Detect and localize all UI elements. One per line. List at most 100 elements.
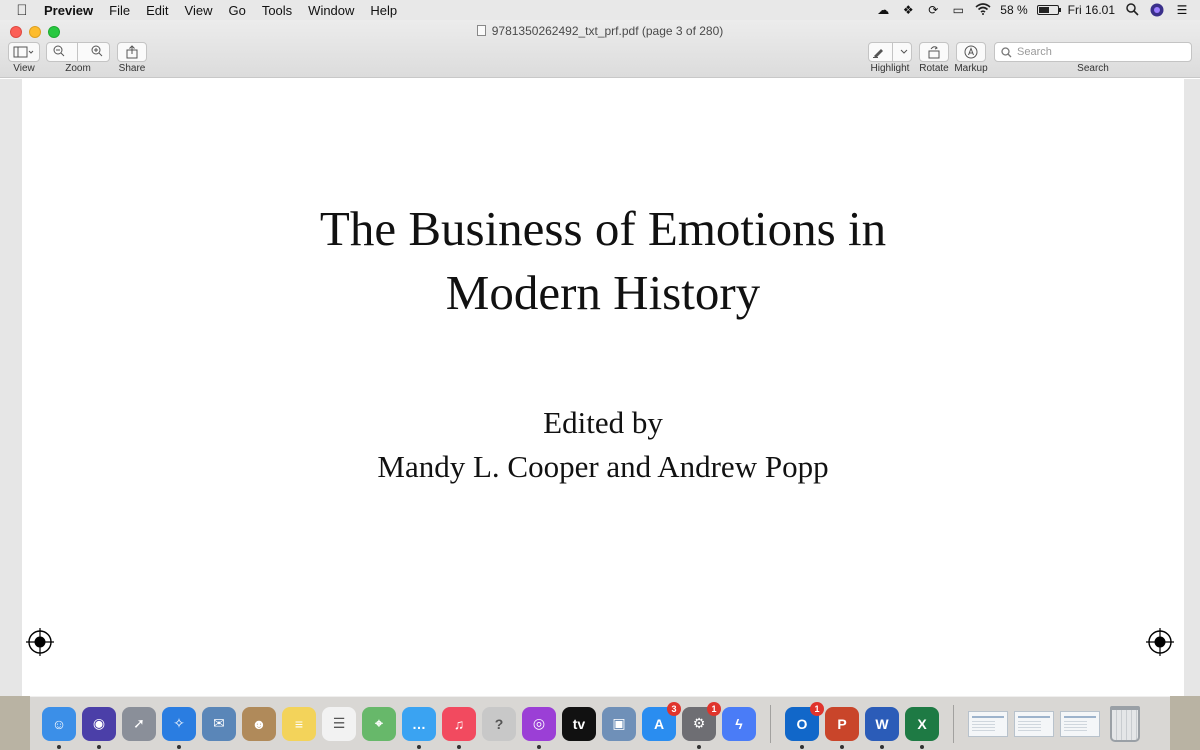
markup-button[interactable] — [956, 42, 986, 62]
app-store-glyph: A — [653, 715, 665, 732]
zoom-out-button[interactable] — [53, 45, 65, 60]
menu-window[interactable]: Window — [300, 3, 362, 18]
rotate-icon — [928, 46, 940, 59]
search-placeholder: Search — [1017, 46, 1052, 58]
window-title: 9781350262492_txt_prf.pdf (page 3 of 280… — [0, 24, 1200, 38]
status-area: ☁ ❖ ⟳ ▭ 58 % Fri 16.01 ☰ — [875, 3, 1200, 17]
system-preferences-glyph: ⚙ — [692, 715, 706, 731]
dock-finder-icon[interactable]: ☺ — [42, 706, 76, 749]
dock-powerpoint-icon[interactable]: P — [825, 706, 859, 749]
dock-reminders-icon[interactable]: ☰ — [322, 706, 356, 741]
dock-messenger-icon[interactable]: ϟ — [722, 706, 756, 741]
preview-window: 9781350262492_txt_prf.pdf (page 3 of 280… — [0, 20, 1200, 696]
airplay-icon[interactable]: ▭ — [950, 3, 966, 17]
dock-app-store-icon[interactable]: A3 — [642, 701, 681, 741]
outlook-glyph: O — [796, 715, 808, 732]
wifi-icon[interactable] — [975, 3, 991, 17]
dock-music-icon[interactable]: ♫ — [442, 706, 476, 749]
reminders-glyph: ☰ — [332, 715, 346, 731]
share-icon — [126, 45, 138, 59]
dropbox-icon[interactable]: ❖ — [900, 3, 916, 17]
dock-separator — [953, 704, 954, 743]
dock-word-icon[interactable]: W — [865, 706, 899, 749]
share-label: Share — [118, 63, 146, 74]
messages-glyph: … — [412, 715, 426, 732]
dock-safari-icon[interactable]: ✧ — [162, 706, 196, 749]
zoom-in-button[interactable] — [91, 45, 103, 60]
segment-divider — [892, 42, 894, 62]
rotate-button[interactable] — [919, 42, 949, 62]
siri-icon[interactable] — [1149, 3, 1165, 17]
search-icon — [1001, 46, 1012, 57]
notification-center-icon[interactable]: ☰ — [1174, 3, 1190, 17]
cloud-icon[interactable]: ☁ — [875, 3, 891, 17]
dock-contacts-icon[interactable]: ☻ — [242, 706, 276, 741]
notes-glyph: ≡ — [294, 715, 304, 732]
menu-help[interactable]: Help — [362, 3, 405, 18]
battery-percent[interactable]: 58 % — [1000, 3, 1027, 17]
book-title-line-1: The Business of Emotions in — [319, 201, 887, 256]
messenger-glyph: ϟ — [735, 715, 743, 732]
excel-glyph: X — [917, 715, 927, 732]
window-titlebar: 9781350262492_txt_prf.pdf (page 3 of 280… — [0, 20, 1200, 78]
maps-glyph: ⌖ — [375, 715, 383, 731]
clock[interactable]: Fri 16.01 — [1068, 3, 1115, 17]
dock-maps-icon[interactable]: ⌖ — [362, 706, 396, 741]
spotlight-search-icon[interactable] — [1124, 3, 1140, 17]
dock-badge: 1 — [810, 701, 824, 716]
menu-app-preview[interactable]: Preview — [44, 3, 101, 18]
document-viewport[interactable]: The Business of Emotions in Modern Histo… — [0, 79, 1200, 696]
share-button[interactable] — [117, 42, 147, 62]
menu-bar:  Preview File Edit View Go Tools Window… — [0, 0, 1200, 20]
menu-edit[interactable]: Edit — [138, 3, 176, 18]
dock-preview-icon[interactable]: ▣ — [602, 706, 636, 741]
dock: ☺ ◉ ➚ ✧ ✉ ☻ ≡ ☰ ⌖… ♫? ◎ tv ▣ A 3 ⚙ 1 ϟ O 1 P W X — [30, 696, 1170, 750]
dock-launchpad-icon[interactable]: ➚ — [122, 706, 156, 741]
pdf-document-icon — [476, 25, 486, 36]
battery-icon[interactable] — [1036, 5, 1061, 15]
dock-excel-icon[interactable]: X — [905, 706, 939, 749]
safari-glyph: ✧ — [173, 715, 185, 731]
siri-glyph: ◉ — [92, 715, 106, 731]
view-menu-button[interactable] — [8, 42, 40, 62]
minimized-window-thumbnail[interactable] — [1060, 710, 1100, 737]
dock-badge: 1 — [707, 701, 721, 716]
menu-file[interactable]: File — [101, 3, 138, 18]
search-field[interactable]: Search — [994, 42, 1192, 62]
segment-divider — [77, 42, 79, 62]
apple-tv-glyph: tv — [572, 715, 586, 732]
zoom-in-icon — [91, 45, 103, 56]
editors-block: Edited by Mandy L. Cooper and Andrew Pop… — [22, 401, 1184, 489]
launchpad-glyph: ➚ — [133, 715, 145, 731]
zoom-label: Zoom — [65, 63, 91, 74]
highlight-button[interactable] — [868, 42, 912, 62]
rotate-label: Rotate — [919, 63, 949, 74]
chevron-down-icon[interactable] — [900, 49, 908, 55]
dock-apple-tv-icon[interactable]: tv — [562, 706, 596, 741]
minimized-window-thumbnail[interactable] — [968, 710, 1008, 737]
pdf-page: The Business of Emotions in Modern Histo… — [22, 79, 1184, 696]
dock-trash-icon[interactable] — [1110, 705, 1140, 742]
dock-podcasts-icon[interactable]: ◎ — [522, 706, 556, 749]
dock-messages-icon[interactable]: … — [402, 706, 436, 749]
dock-outlook-icon[interactable]: O1 — [785, 701, 824, 749]
crop-target-left-icon — [26, 628, 54, 656]
menu-view[interactable]: View — [177, 3, 221, 18]
minimized-window-thumbnail[interactable] — [1014, 710, 1054, 737]
crop-target-right-icon — [1146, 628, 1174, 656]
markup-icon — [964, 45, 978, 59]
help-glyph: ? — [494, 715, 504, 732]
sync-icon[interactable]: ⟳ — [925, 3, 941, 17]
menu-go[interactable]: Go — [220, 3, 253, 18]
edited-by-label: Edited by — [543, 405, 663, 440]
dock-help-icon[interactable]: ? — [482, 706, 516, 741]
sidebar-icon — [13, 46, 34, 58]
dock-system-preferences-icon[interactable]: ⚙ 1 — [682, 701, 721, 749]
zoom-out-icon — [53, 45, 65, 56]
dock-mail-icon[interactable]: ✉ — [202, 706, 236, 741]
dock-notes-icon[interactable]: ≡ — [282, 706, 316, 741]
podcasts-glyph: ◎ — [532, 715, 546, 731]
menu-tools[interactable]: Tools — [254, 3, 300, 18]
dock-siri-icon[interactable]: ◉ — [82, 706, 116, 749]
apple-menu-icon[interactable]:  — [0, 2, 44, 19]
